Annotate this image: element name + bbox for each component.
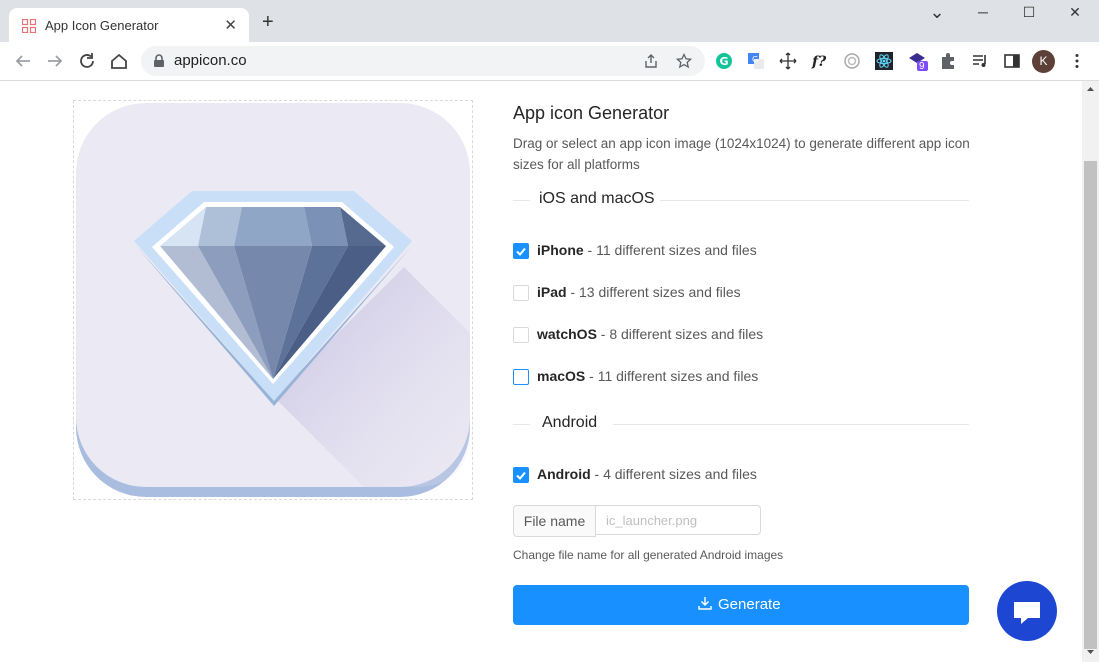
maximize-button[interactable]: ☐: [1014, 4, 1044, 24]
home-icon[interactable]: [108, 50, 130, 72]
ios-section-title: iOS and macOS: [539, 190, 655, 207]
react-devtools-icon[interactable]: [875, 52, 893, 70]
minimize-button[interactable]: ─: [968, 4, 998, 24]
side-panel-icon[interactable]: [1003, 52, 1021, 70]
address-bar[interactable]: appicon.co: [141, 46, 705, 76]
svg-text:f?: f?: [811, 54, 827, 70]
check-icon: [516, 471, 526, 480]
macos-checkbox[interactable]: [513, 369, 529, 385]
extension-badge-icon[interactable]: [907, 50, 929, 72]
move-cursor-icon[interactable]: [779, 52, 797, 70]
browser-toolbar: appicon.co G G f? 9 K: [0, 42, 1099, 81]
icon-upload-dropzone[interactable]: [73, 100, 473, 500]
extension-badge-count: 9: [919, 61, 925, 72]
media-control-icon[interactable]: [971, 52, 989, 70]
tab-title: App Icon Generator: [45, 18, 159, 33]
chat-widget-button[interactable]: [997, 581, 1057, 641]
scroll-down-icon[interactable]: [1082, 646, 1099, 658]
tab-app-icon-generator[interactable]: App Icon Generator ✕: [9, 8, 249, 42]
app-grid-icon: [22, 19, 36, 33]
chat-bubble-icon: [1014, 602, 1040, 624]
iphone-label: iPhone - 11 different sizes and files: [537, 242, 757, 258]
tab-close-icon[interactable]: ✕: [224, 16, 237, 34]
watchos-checkbox[interactable]: [513, 327, 529, 343]
page-title: App icon Generator: [513, 103, 670, 123]
macos-label: macOS - 11 different sizes and files: [537, 368, 759, 384]
watchos-label: watchOS - 8 different sizes and files: [537, 326, 764, 342]
close-window-button[interactable]: ✕: [1060, 4, 1090, 24]
translate-icon[interactable]: G: [747, 52, 765, 70]
file-name-addon: File name: [513, 505, 596, 537]
new-tab-button[interactable]: +: [262, 12, 274, 32]
grammarly-icon[interactable]: G: [715, 52, 733, 70]
svg-text:G: G: [719, 55, 728, 68]
android-section-title: Android: [542, 414, 598, 431]
tab-search-button[interactable]: ⌄: [922, 2, 952, 22]
more-menu-icon[interactable]: [1068, 52, 1086, 70]
svg-text:G: G: [752, 55, 758, 64]
android-section-divider: Android: [513, 414, 969, 435]
lock-icon[interactable]: [153, 54, 165, 68]
fx-icon[interactable]: f?: [811, 52, 831, 70]
ipad-checkbox[interactable]: [513, 285, 529, 301]
extensions-puzzle-icon[interactable]: [939, 52, 957, 70]
back-icon[interactable]: [12, 50, 34, 72]
android-checkbox[interactable]: [513, 467, 529, 483]
file-name-help-text: Change file name for all generated Andro…: [513, 548, 784, 562]
iphone-checkbox[interactable]: [513, 243, 529, 259]
generate-button[interactable]: Generate: [513, 585, 969, 625]
page-description: Drag or select an app icon image (1024x1…: [513, 136, 970, 172]
diamond-app-icon-preview: [76, 103, 470, 497]
android-label: Android - 4 different sizes and files: [537, 466, 757, 482]
page-scrollbar[interactable]: [1082, 81, 1099, 662]
url-text[interactable]: appicon.co: [174, 52, 247, 69]
check-icon: [516, 247, 526, 256]
file-name-input[interactable]: ic_launcher.png: [595, 505, 761, 535]
tab-strip: App Icon Generator ✕ + ⌄ ─ ☐ ✕: [0, 0, 1099, 42]
ios-section-divider: iOS and macOS: [513, 190, 969, 211]
bookmark-star-icon[interactable]: [676, 53, 692, 69]
download-icon: [698, 597, 712, 610]
page-content: App icon Generator Drag or select an app…: [0, 81, 1082, 662]
scroll-up-icon[interactable]: [1082, 83, 1099, 95]
scrollbar-thumb[interactable]: [1084, 161, 1097, 649]
forward-icon[interactable]: [44, 50, 66, 72]
ipad-label: iPad - 13 different sizes and files: [537, 284, 741, 300]
profile-avatar[interactable]: K: [1032, 50, 1055, 73]
circle-extension-icon[interactable]: [843, 52, 861, 70]
share-icon[interactable]: [643, 53, 659, 69]
reload-icon[interactable]: [76, 50, 98, 72]
generate-label: Generate: [718, 596, 781, 613]
